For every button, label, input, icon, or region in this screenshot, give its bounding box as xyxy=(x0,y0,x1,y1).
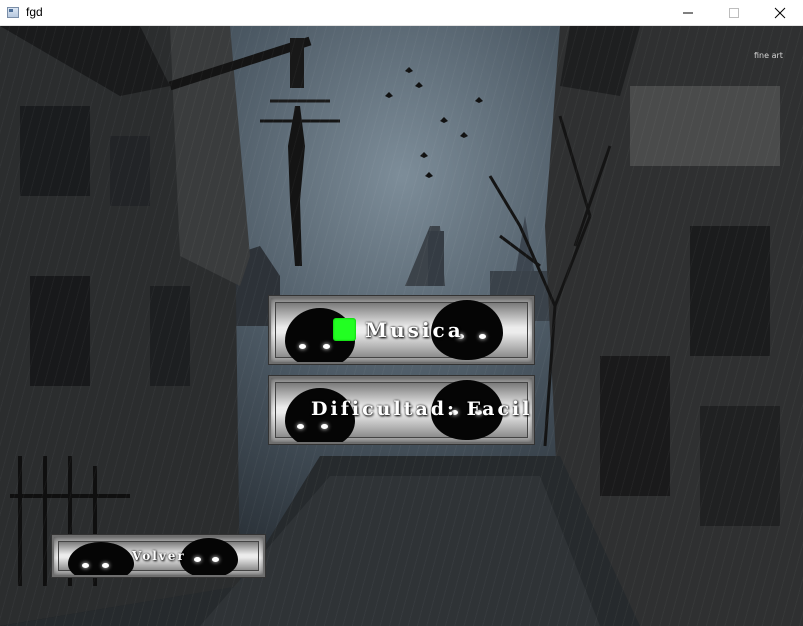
shadow-creature-right-icon xyxy=(180,538,238,575)
eye-icon xyxy=(479,334,486,339)
title-bar: fgd xyxy=(0,0,803,26)
difficulty-label: Dificultad: Facil xyxy=(311,398,533,420)
maximize-button[interactable] xyxy=(711,0,757,26)
eye-icon xyxy=(297,424,304,429)
app-icon xyxy=(7,7,19,18)
music-label: Musica xyxy=(365,318,464,342)
eye-icon xyxy=(299,344,306,349)
close-icon xyxy=(774,7,786,19)
game-scene: fine art Musica Dificultad: Facil Volver xyxy=(0,26,803,626)
app-window: fgd fine art Musica Dificultad: Facil Vo… xyxy=(0,0,803,626)
window-title: fgd xyxy=(26,5,43,19)
eye-icon xyxy=(82,563,89,568)
close-button[interactable] xyxy=(757,0,803,26)
eye-icon xyxy=(321,424,328,429)
back-button[interactable]: Volver xyxy=(52,535,265,577)
eye-icon xyxy=(102,563,109,568)
eye-icon xyxy=(212,557,219,562)
maximize-icon xyxy=(729,8,739,18)
eye-icon xyxy=(323,344,330,349)
music-checkbox[interactable] xyxy=(333,318,356,341)
difficulty-button[interactable]: Dificultad: Facil xyxy=(269,376,534,444)
eye-icon xyxy=(194,557,201,562)
back-label: Volver xyxy=(132,549,186,563)
minimize-icon xyxy=(683,12,693,14)
minimize-button[interactable] xyxy=(665,0,711,26)
watermark: fine art xyxy=(754,51,783,60)
music-toggle-button[interactable]: Musica xyxy=(269,296,534,364)
